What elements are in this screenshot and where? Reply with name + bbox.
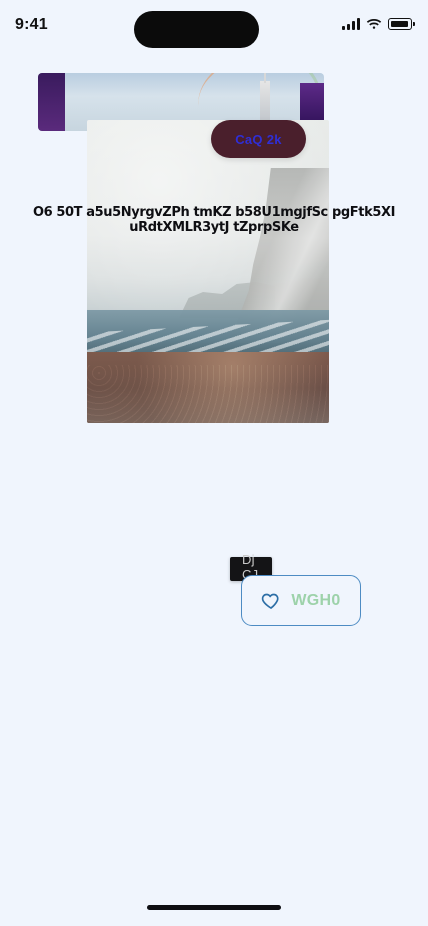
favorite-button[interactable]: WGH0 [241, 575, 361, 626]
status-icons [342, 18, 415, 30]
cellular-signal-icon [342, 18, 360, 30]
pebbles-texture [87, 365, 329, 423]
status-time: 9:41 [15, 16, 48, 33]
main-image-card [87, 120, 329, 423]
heart-outline-icon [262, 593, 279, 609]
status-bar: 9:41 [0, 0, 428, 54]
battery-icon [388, 18, 415, 30]
home-indicator[interactable] [147, 905, 281, 910]
dynamic-island [134, 11, 259, 48]
image-caption: O6 50T a5u5NyrgvZPh tmKZ b58U1mgjfSc pgF… [32, 205, 396, 235]
pill-button[interactable]: CaQ 2k [211, 120, 306, 158]
pill-button-label: CaQ 2k [235, 131, 282, 147]
wifi-icon [366, 18, 382, 29]
favorite-button-label: WGH0 [291, 591, 341, 609]
image-left-strip [38, 73, 65, 131]
